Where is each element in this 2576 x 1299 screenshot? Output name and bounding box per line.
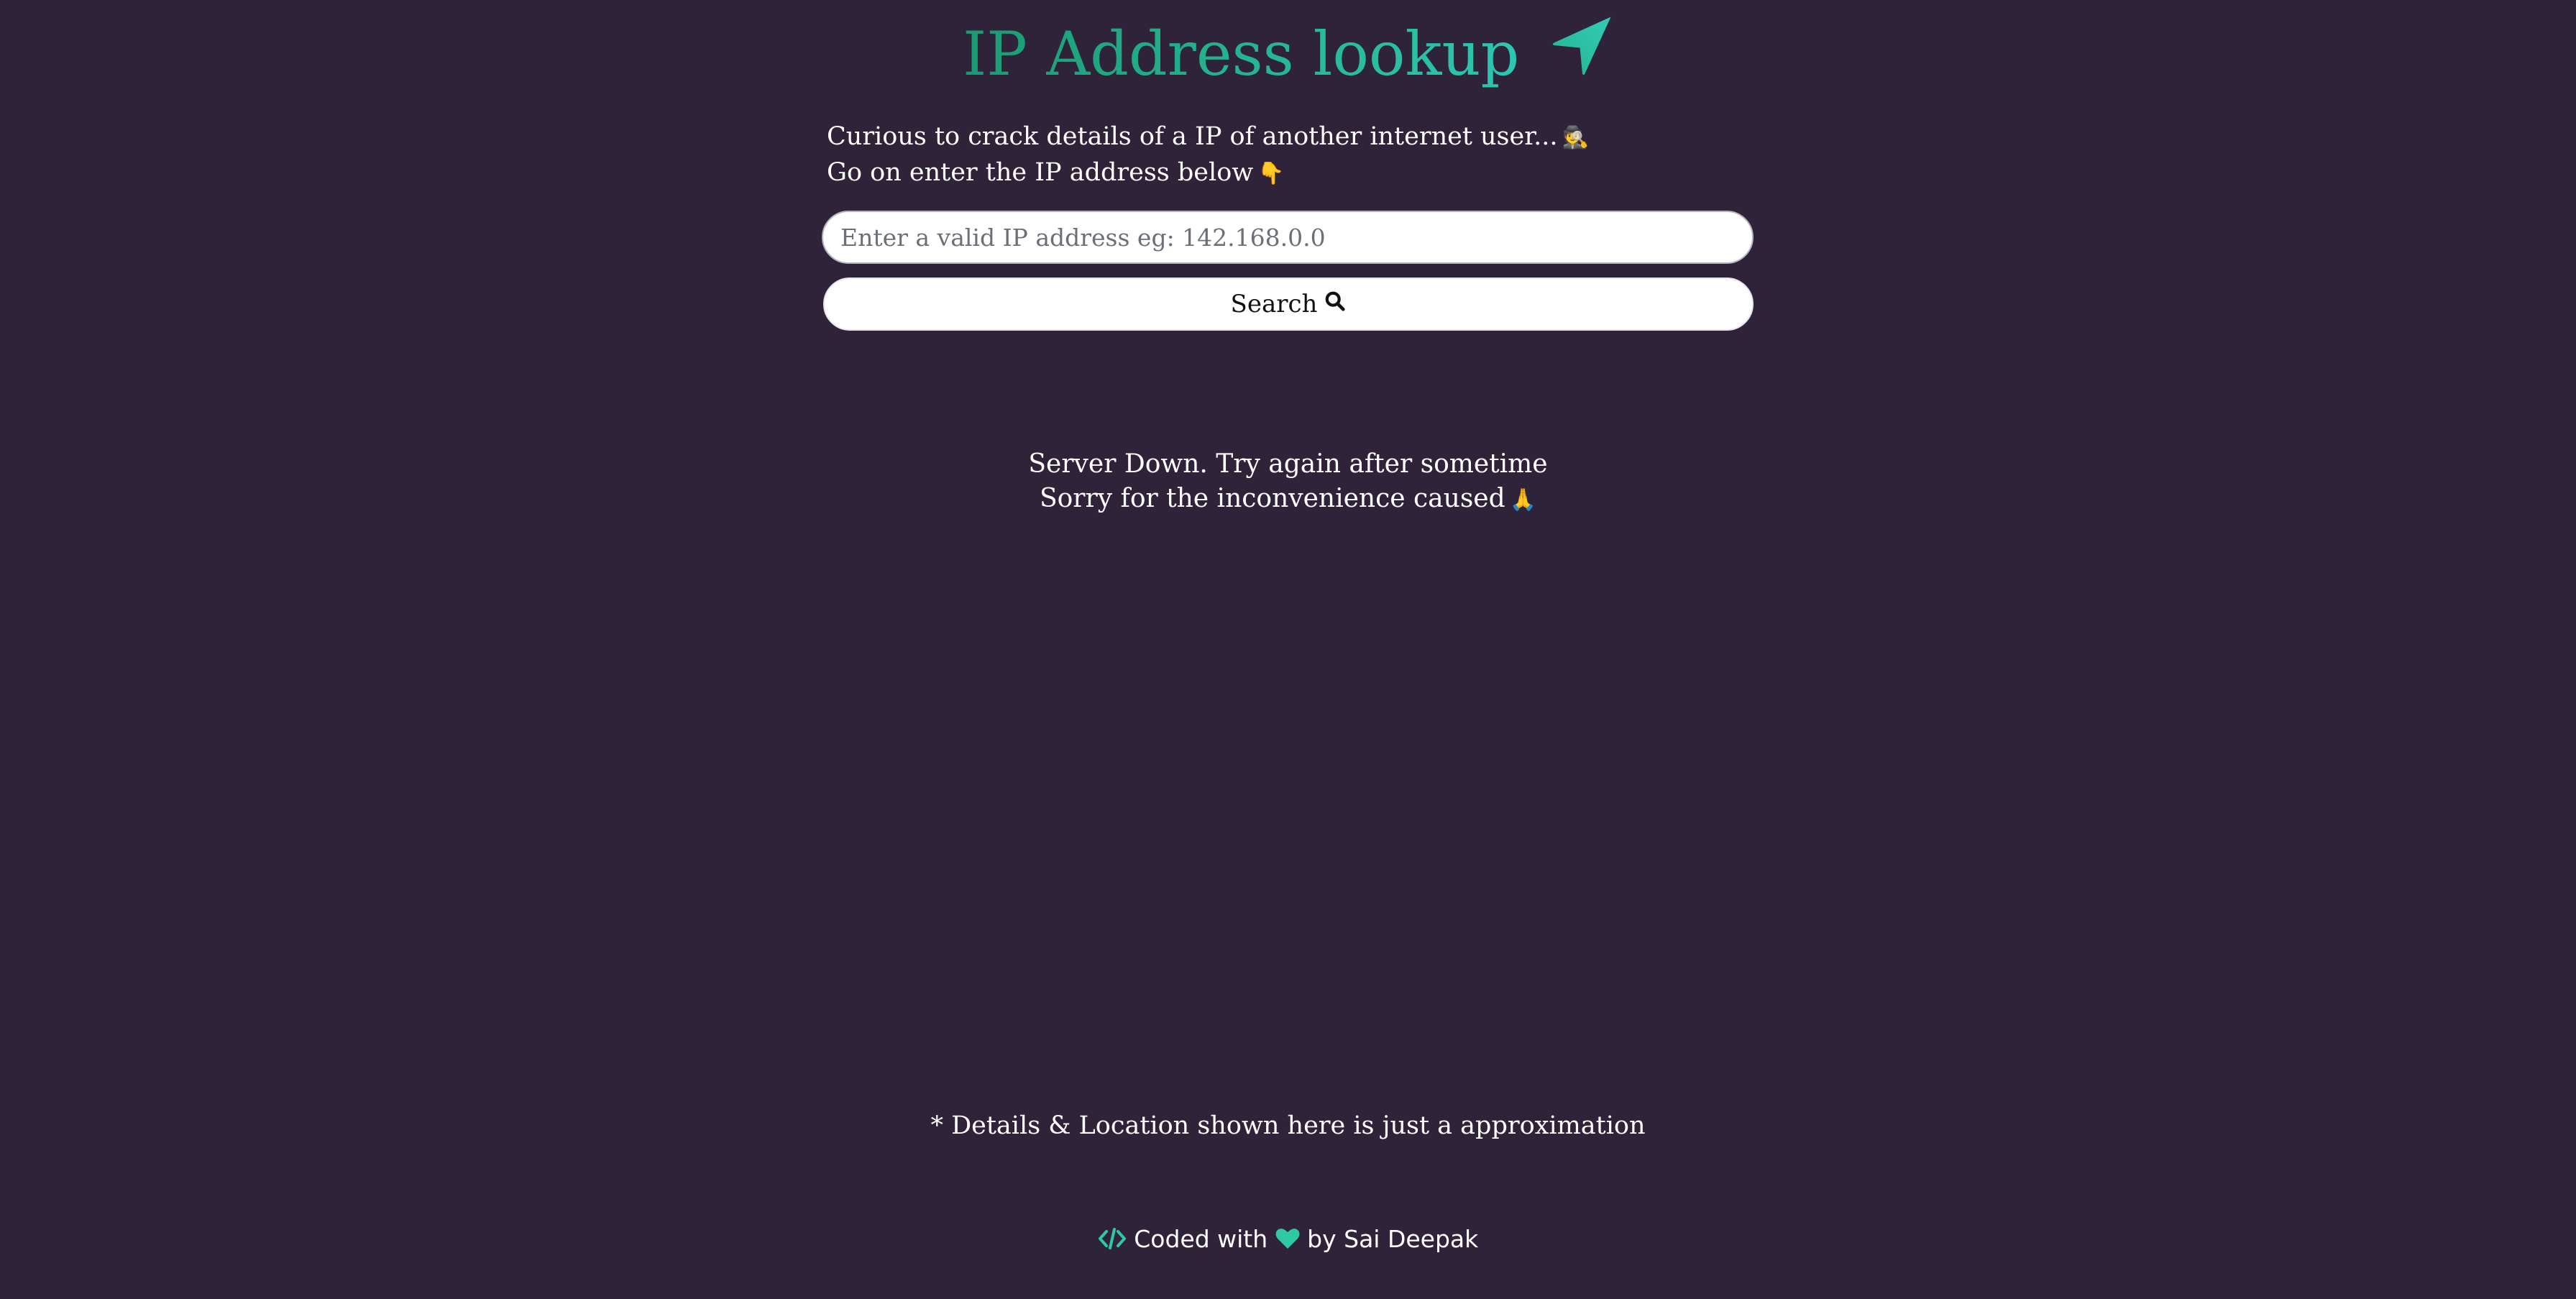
server-status-message: Server Down. Try again after sometime So… <box>0 447 2576 518</box>
intro-line-2-text: Go on enter the IP address below <box>827 158 1254 187</box>
intro-line-2: Go on enter the IP address below 👇 <box>827 155 1589 191</box>
location-arrow-icon <box>1551 14 1613 95</box>
search-icon <box>1324 290 1346 318</box>
search-button-label: Search <box>1230 290 1318 318</box>
intro-line-1-text: Curious to crack details of a IP of anot… <box>827 122 1558 151</box>
page-title-text: IP Address lookup <box>963 19 1520 89</box>
code-icon <box>1098 1225 1135 1253</box>
intro-line-1: Curious to crack details of a IP of anot… <box>827 119 1589 155</box>
search-button[interactable]: Search <box>823 277 1754 331</box>
footer-text-after: by Sai Deepak <box>1307 1225 1479 1253</box>
footer: Coded with by Sai Deepak <box>0 1222 2576 1257</box>
intro-text: Curious to crack details of a IP of anot… <box>827 119 1589 191</box>
status-line-2-text: Sorry for the inconvenience caused <box>1039 484 1505 513</box>
page-title: IP Address lookup <box>0 14 2576 99</box>
ip-address-input[interactable] <box>822 211 1754 264</box>
detective-emoji: 🕵️ <box>1562 125 1589 150</box>
pointing-down-emoji: 👇 <box>1257 161 1285 186</box>
footer-text-before: Coded with <box>1134 1225 1268 1253</box>
heart-icon <box>1275 1225 1308 1253</box>
status-line-1: Server Down. Try again after sometime <box>1028 449 1548 479</box>
status-line-2: Sorry for the inconvenience caused 🙏 <box>0 482 2576 518</box>
approximation-disclaimer: * Details & Location shown here is just … <box>930 1111 1646 1140</box>
folded-hands-emoji: 🙏 <box>1509 487 1537 513</box>
